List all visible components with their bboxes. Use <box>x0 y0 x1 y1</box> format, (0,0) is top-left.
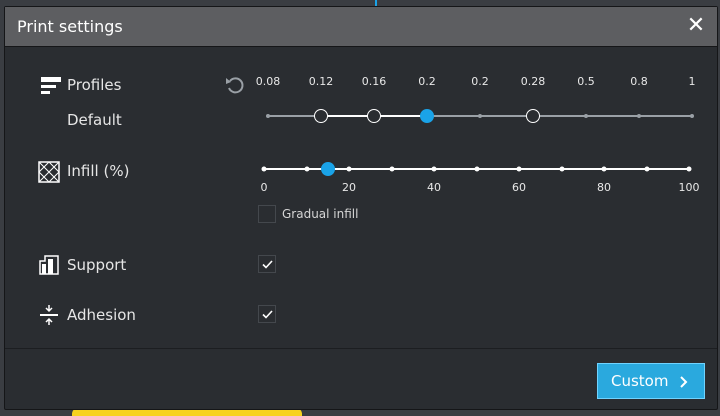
infill-tick-label: 80 <box>597 181 611 194</box>
profile-slider-step[interactable] <box>637 114 641 118</box>
close-icon[interactable]: ✕ <box>685 13 707 39</box>
profile-slider-step[interactable] <box>266 114 270 118</box>
profile-slider-selected-handle[interactable] <box>420 109 434 123</box>
profile-slider-handle[interactable] <box>526 109 540 123</box>
infill-slider-step[interactable] <box>304 166 309 172</box>
support-icon <box>39 255 59 279</box>
panel-title: Print settings <box>17 17 123 36</box>
title-bar: Print settings ✕ <box>5 7 717 47</box>
infill-slider-handle[interactable] <box>320 162 335 176</box>
infill-tick-label: 0 <box>260 181 268 194</box>
infill-slider-step[interactable] <box>431 166 437 172</box>
profile-tick-label: 0.08 <box>255 75 281 88</box>
infill-slider-step[interactable] <box>389 166 394 172</box>
gradual-infill-checkbox[interactable] <box>258 205 276 223</box>
infill-tick-label: 20 <box>342 181 356 194</box>
infill-slider-step[interactable] <box>644 166 649 172</box>
profile-tick-label: 0.2 <box>418 75 436 88</box>
reset-profile-icon[interactable] <box>225 75 245 99</box>
footer-divider <box>5 348 717 349</box>
profile-tick-label: 1 <box>688 75 696 88</box>
infill-tick-label: 60 <box>512 181 526 194</box>
profile-tick-label: 0.5 <box>577 75 595 88</box>
profile-slider-handle[interactable] <box>367 109 381 123</box>
infill-tick-label: 100 <box>678 181 700 194</box>
infill-slider-step[interactable] <box>686 166 692 172</box>
profile-tick-label: 0.8 <box>630 75 648 88</box>
infill-slider-step[interactable] <box>261 166 267 172</box>
print-settings-panel: Print settings ✕ Profiles Default Infill… <box>4 6 718 410</box>
custom-button[interactable]: Custom <box>597 363 705 399</box>
infill-slider-step[interactable] <box>346 166 352 172</box>
profile-tick-label: 0.16 <box>361 75 387 88</box>
adhesion-icon <box>39 305 59 329</box>
infill-tick-label: 40 <box>427 181 441 194</box>
profile-slider-step[interactable] <box>478 114 482 118</box>
profile-slider-step[interactable] <box>584 114 588 118</box>
profile-tick-label: 0.2 <box>471 75 489 88</box>
checkmark-icon <box>262 260 273 269</box>
infill-slider-step[interactable] <box>601 166 607 172</box>
profiles-label: Profiles <box>67 76 122 94</box>
custom-button-label: Custom <box>611 372 669 390</box>
profiles-icon <box>41 77 61 99</box>
infill-label: Infill (%) <box>67 162 130 180</box>
profile-default-label: Default <box>67 111 122 129</box>
profile-slider-handle[interactable] <box>314 109 328 123</box>
infill-slider-step[interactable] <box>474 166 479 172</box>
support-label: Support <box>67 256 127 274</box>
infill-slider-step[interactable] <box>516 166 522 172</box>
adhesion-label: Adhesion <box>67 306 136 324</box>
infill-icon <box>38 161 60 187</box>
chevron-right-icon <box>680 376 688 388</box>
support-checkbox[interactable] <box>258 255 276 273</box>
infill-slider-step[interactable] <box>559 166 564 172</box>
checkmark-icon <box>262 310 273 319</box>
adhesion-checkbox[interactable] <box>258 305 276 323</box>
gradual-infill-label: Gradual infill <box>282 207 359 221</box>
profile-slider-step[interactable] <box>690 114 694 118</box>
profile-tick-label: 0.28 <box>520 75 546 88</box>
profile-tick-label: 0.12 <box>308 75 334 88</box>
